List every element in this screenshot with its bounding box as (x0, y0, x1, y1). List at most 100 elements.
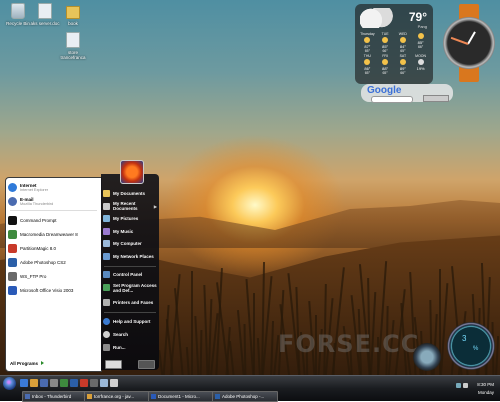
moon-icon (417, 59, 424, 65)
quick-launch-app-icon[interactable] (60, 379, 68, 387)
recent-program[interactable]: Adobe Photoshop CS2 (6, 255, 101, 269)
desktop-icon-label: store trancefranca (60, 50, 86, 60)
watermark: FORSE.CC (278, 330, 420, 358)
recent-program[interactable]: Macromedia Dreamweaver 8 (6, 227, 101, 241)
weather-widget[interactable]: 79° Pang Thursday 87° 65° TUE 85° 66° WED 84°… (355, 4, 433, 84)
ftp-icon (8, 271, 17, 281)
quick-launch-app-icon[interactable] (90, 379, 98, 387)
visio-icon (8, 285, 17, 295)
desktop-icon-book[interactable]: book (55, 3, 91, 26)
dreamweaver-icon (8, 229, 17, 239)
start-menu: Internet Internet Explorer E-mail Mozilla … (3, 160, 161, 372)
tray-volume-icon[interactable] (463, 383, 468, 388)
recent-program[interactable]: Microsoft Office Visio 2003 (6, 283, 101, 297)
places-item-run[interactable]: Run... (101, 341, 159, 354)
google-search-gadget: Google (361, 84, 453, 103)
places-item-recent-documents[interactable]: My Recent Documents ▶ (101, 199, 159, 213)
grass-stalk (191, 271, 193, 380)
recent-program[interactable]: PartitionMagic 8.0 (6, 241, 101, 255)
menu-separator (104, 266, 156, 267)
forecast-day: FRI 88° 65° (382, 54, 389, 75)
start-button[interactable] (3, 377, 16, 390)
sun-icon (364, 37, 371, 43)
places-item-program-access[interactable]: Set Program Access and Def... (101, 280, 159, 295)
places-item-my-music[interactable]: My Music (101, 224, 159, 238)
thunderbird-icon (25, 394, 30, 399)
thunderbird-icon (8, 196, 17, 206)
quick-launch-explorer-icon[interactable] (30, 379, 38, 387)
cpu-value: 3 (462, 334, 467, 343)
recent-program[interactable]: WS_FTP Pro (6, 269, 101, 283)
cpu-meter-widget: 3 % (447, 322, 495, 370)
google-search-input[interactable] (371, 96, 413, 103)
document-icon (66, 32, 80, 48)
browser-icon (87, 394, 92, 399)
sun-icon (417, 33, 424, 39)
recent-documents-icon (103, 202, 110, 210)
clock-widget[interactable] (439, 4, 499, 82)
tray-network-icon[interactable] (456, 383, 461, 388)
recent-program[interactable]: Command Prompt (6, 213, 101, 227)
pinned-program-email[interactable]: E-mail Mozilla Thunderbird (6, 194, 101, 208)
desktop-icon-store[interactable]: store trancefranca (55, 32, 91, 60)
printers-icon (103, 299, 110, 306)
lock-button[interactable] (105, 360, 122, 369)
user-picture[interactable] (120, 160, 144, 184)
all-programs-button[interactable]: All Programs (10, 359, 96, 367)
my-music-icon (103, 227, 110, 235)
taskbar-button-thunderbird[interactable]: Inbox - Thunderbird (22, 391, 86, 402)
photoshop-icon (8, 257, 17, 267)
places-item-my-computer[interactable]: My Computer (101, 238, 159, 249)
places-item-search[interactable]: Search (101, 328, 159, 341)
help-icon (103, 318, 110, 325)
search-icon (103, 331, 110, 338)
quick-launch-app-icon[interactable] (110, 379, 118, 387)
power-button[interactable] (138, 360, 155, 369)
forecast-day: 85° 66° (412, 32, 429, 53)
google-search-button[interactable] (423, 95, 449, 102)
cloud-icon (360, 8, 396, 28)
tray-clock-day: Monday (477, 390, 494, 395)
places-item-printers[interactable]: Printers and Faxes (101, 295, 159, 310)
sun-icon (382, 59, 389, 65)
sun-icon (382, 37, 389, 43)
taskbar-button-photoshop[interactable]: Adobe Photoshop -... (212, 391, 278, 402)
partition-magic-icon (8, 243, 17, 253)
start-menu-buttons (105, 360, 155, 369)
internet-explorer-icon (8, 182, 17, 192)
arrow-right-icon (41, 361, 45, 365)
places-item-my-pictures[interactable]: My Pictures (101, 213, 159, 224)
start-menu-programs: Internet Internet Explorer E-mail Mozilla … (5, 177, 102, 372)
places-item-network-places[interactable]: My Network Places (101, 249, 159, 264)
taskbar-button-browser[interactable]: torrfrance.org - jav... (84, 391, 150, 402)
quick-launch-app-icon[interactable] (70, 379, 78, 387)
places-item-help[interactable]: Help and Support (101, 315, 159, 328)
sun-icon (364, 59, 371, 65)
places-item-control-panel[interactable]: Control Panel (101, 269, 159, 280)
taskbar: Inbox - Thunderbird torrfrance.org - jav… (0, 375, 500, 402)
pinned-program-internet[interactable]: Internet Internet Explorer (6, 180, 101, 194)
quick-launch-thunderbird-icon[interactable] (40, 379, 48, 387)
my-computer-icon (103, 240, 110, 247)
quick-launch-ie-icon[interactable] (20, 379, 28, 387)
command-prompt-icon (8, 215, 17, 225)
tray-clock-time[interactable]: 8:30 PM (477, 382, 494, 387)
quick-launch-desktop-icon[interactable] (50, 379, 58, 387)
document-icon (38, 3, 52, 19)
recycle-bin-icon (11, 3, 25, 19)
weather-location: Pang (417, 24, 427, 29)
forecast-day: WED 84° 65° (398, 32, 407, 53)
control-panel-icon (103, 271, 110, 278)
google-logo: Google (367, 85, 402, 96)
system-tray: 8:30 PM Monday (454, 376, 498, 401)
folder-icon (66, 6, 80, 19)
my-pictures-icon (103, 215, 110, 222)
taskbar-button-word[interactable]: Document1 - Micro... (148, 391, 214, 402)
run-icon (103, 344, 110, 351)
media-orb-widget[interactable] (413, 343, 441, 371)
desktop-icon-label: book (68, 21, 78, 26)
quick-launch-app-icon[interactable] (80, 379, 88, 387)
quick-launch-app-icon[interactable] (100, 379, 108, 387)
places-item-my-documents[interactable]: My Documents (101, 188, 159, 199)
cpu-unit: % (473, 346, 479, 352)
